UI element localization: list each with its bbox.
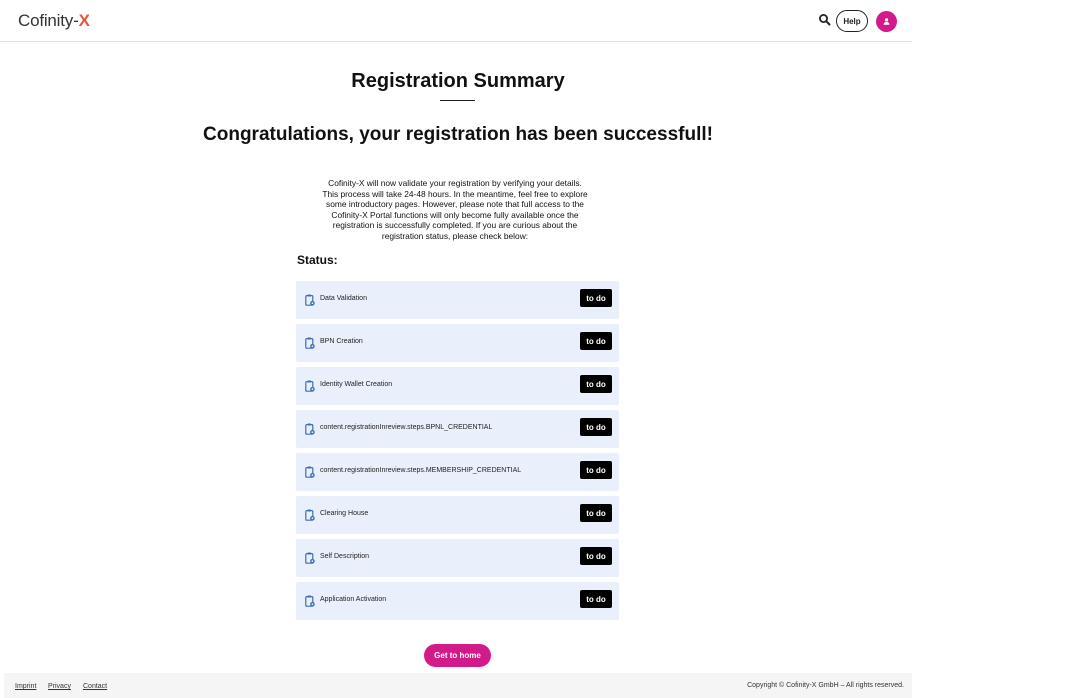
step-label: content.registrationInreview.steps.MEMBE… (320, 467, 522, 474)
step-label: BPN Creation (320, 338, 363, 345)
step-label: content.registrationInreview.steps.BPNL_… (320, 424, 493, 431)
page-footer: Imprint Privacy Contact Copyright © Cofi… (4, 673, 912, 698)
intro-line: registration is successfully completed. … (332, 220, 578, 231)
user-avatar[interactable] (876, 11, 897, 32)
congratulations-heading: Congratulations, your registration has b… (203, 124, 713, 145)
status-step: Clearing House to do (296, 496, 619, 534)
status-badge: to do (580, 547, 612, 565)
status-step: Data Validation to do (296, 281, 619, 319)
search-icon[interactable] (818, 13, 832, 27)
status-label: Status: (297, 253, 338, 267)
status-badge: to do (580, 289, 612, 307)
step-label: Self Description (320, 553, 370, 560)
status-badge: to do (580, 590, 612, 608)
intro-line: Cofinity-X will now validate your regist… (328, 178, 582, 188)
clipboard-icon (305, 466, 315, 478)
step-label: Application Activation (320, 596, 387, 603)
cofinity-x-logo[interactable]: Cofinity-X (18, 11, 90, 31)
clipboard-icon (305, 552, 315, 564)
status-step: content.registrationInreview.steps.MEMBE… (296, 453, 619, 491)
title-divider (440, 100, 475, 101)
step-label: Clearing House (320, 510, 369, 517)
status-badge: to do (580, 375, 612, 393)
intro-line: registration status, please check below: (381, 230, 529, 241)
privacy-link[interactable]: Privacy (48, 683, 71, 690)
status-badge: to do (580, 418, 612, 436)
status-step: BPN Creation to do (296, 324, 619, 362)
user-icon (883, 18, 890, 25)
imprint-link[interactable]: Imprint (15, 683, 36, 690)
clipboard-icon (305, 423, 315, 435)
step-label: Data Validation (320, 295, 367, 302)
intro-line: some introductory pages. However, please… (326, 199, 584, 210)
top-header: Cofinity-X Help (0, 0, 912, 42)
clipboard-icon (305, 337, 315, 349)
contact-link[interactable]: Contact (83, 683, 107, 690)
clipboard-icon (305, 509, 315, 521)
get-to-home-button[interactable]: Get to home (424, 644, 491, 667)
status-step-list: Data Validation to do BPN Creation to do… (296, 281, 619, 625)
copyright-text: Copyright © Cofinity-X GmbH – All rights… (747, 682, 904, 689)
page-title: Registration Summary (351, 70, 565, 92)
intro-line: Cofinity-X Portal functions will only be… (331, 209, 579, 220)
status-step: Self Description to do (296, 539, 619, 577)
logo-text: Cofinity- (18, 11, 79, 30)
intro-text: Cofinity-X will now validate your regist… (300, 178, 610, 242)
intro-line: This process will take 24-48 hours. In t… (322, 188, 588, 199)
clipboard-icon (305, 380, 315, 392)
status-badge: to do (580, 504, 612, 522)
status-step: content.registrationInreview.steps.BPNL_… (296, 410, 619, 448)
step-label: Identity Wallet Creation (320, 381, 393, 388)
help-button[interactable]: Help (836, 10, 868, 32)
status-badge: to do (580, 461, 612, 479)
status-step: Identity Wallet Creation to do (296, 367, 619, 405)
clipboard-icon (305, 294, 315, 306)
status-step: Application Activation to do (296, 582, 619, 620)
clipboard-icon (305, 595, 315, 607)
status-badge: to do (580, 332, 612, 350)
logo-accent: X (78, 11, 90, 30)
